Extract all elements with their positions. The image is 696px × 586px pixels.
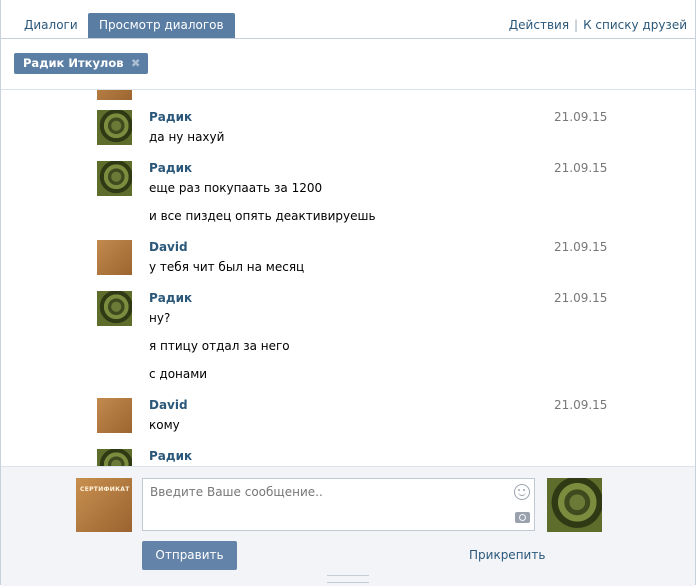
message-text: с донами — [149, 367, 208, 381]
tab-bar: Диалоги Просмотр диалогов Действия | К спи… — [1, 0, 695, 39]
message-date: 21.09.15 — [554, 398, 608, 412]
attach-link[interactable]: Прикрепить — [469, 548, 545, 562]
message-author[interactable]: David — [149, 240, 188, 254]
message-author[interactable]: Радик — [149, 291, 192, 305]
filter-chip-label: Радик Иткулов — [23, 56, 124, 70]
message-text: у тебя чит был на месяц — [149, 260, 305, 274]
message-input[interactable]: Введите Ваше сообщение.. — [142, 478, 535, 531]
friends-list-link[interactable]: К списку друзей — [583, 18, 687, 32]
my-avatar[interactable]: СЕРТИФИКАТ — [76, 478, 132, 532]
message-text: и все пиздец опять деактивируешь — [149, 209, 376, 223]
tab-view-dialogs[interactable]: Просмотр диалогов — [88, 13, 235, 38]
message-text: я птицу отдал за него — [149, 339, 290, 353]
message-author[interactable]: David — [149, 398, 188, 412]
header-actions: Действия | К списку друзей — [509, 13, 687, 38]
peer-avatar[interactable] — [547, 478, 602, 532]
send-button[interactable]: Отправить — [142, 541, 237, 570]
message-date: 21.09.15 — [554, 161, 608, 175]
actions-link[interactable]: Действия — [509, 18, 569, 32]
separator: | — [574, 18, 579, 32]
avatar[interactable] — [97, 398, 132, 433]
message-composer: СЕРТИФИКАТ Введите Ваше сообщение.. Отпр… — [1, 466, 695, 586]
message-author[interactable]: Радик — [149, 449, 192, 463]
filter-chip[interactable]: Радик Иткулов ✖ — [14, 53, 148, 74]
avatar[interactable] — [97, 90, 132, 100]
smile-icon[interactable] — [514, 484, 530, 500]
message-author[interactable]: Радик — [149, 110, 192, 124]
message-author[interactable]: Радик — [149, 161, 192, 175]
message-text: еще раз покупаать за 1200 — [149, 181, 323, 195]
resize-handle[interactable] — [327, 575, 369, 583]
avatar[interactable] — [97, 449, 132, 467]
avatar[interactable] — [97, 161, 132, 196]
message-placeholder: Введите Ваше сообщение.. — [150, 485, 323, 499]
avatar[interactable] — [97, 110, 132, 145]
message-date: 21.09.15 — [554, 110, 608, 124]
message-text: да ну нахуй — [149, 130, 225, 144]
camera-icon[interactable] — [515, 512, 530, 523]
avatar[interactable] — [97, 291, 132, 326]
avatar[interactable] — [97, 240, 132, 275]
message-date: 21.09.15 — [554, 240, 608, 254]
message-text: кому — [149, 418, 180, 432]
tab-dialogs[interactable]: Диалоги — [13, 13, 89, 38]
message-date: 21.09.15 — [554, 291, 608, 305]
dialog-window: Диалоги Просмотр диалогов Действия | К спи… — [0, 0, 696, 586]
avatar-caption: СЕРТИФИКАТ — [80, 486, 130, 493]
filter-bar: Радик Иткулов ✖ — [1, 39, 695, 89]
message-history[interactable]: Радик 21.09.15 да ну нахуй Радик 21.09.1… — [1, 89, 695, 467]
message-text: ну? — [149, 311, 171, 325]
remove-filter-icon[interactable]: ✖ — [131, 53, 141, 74]
